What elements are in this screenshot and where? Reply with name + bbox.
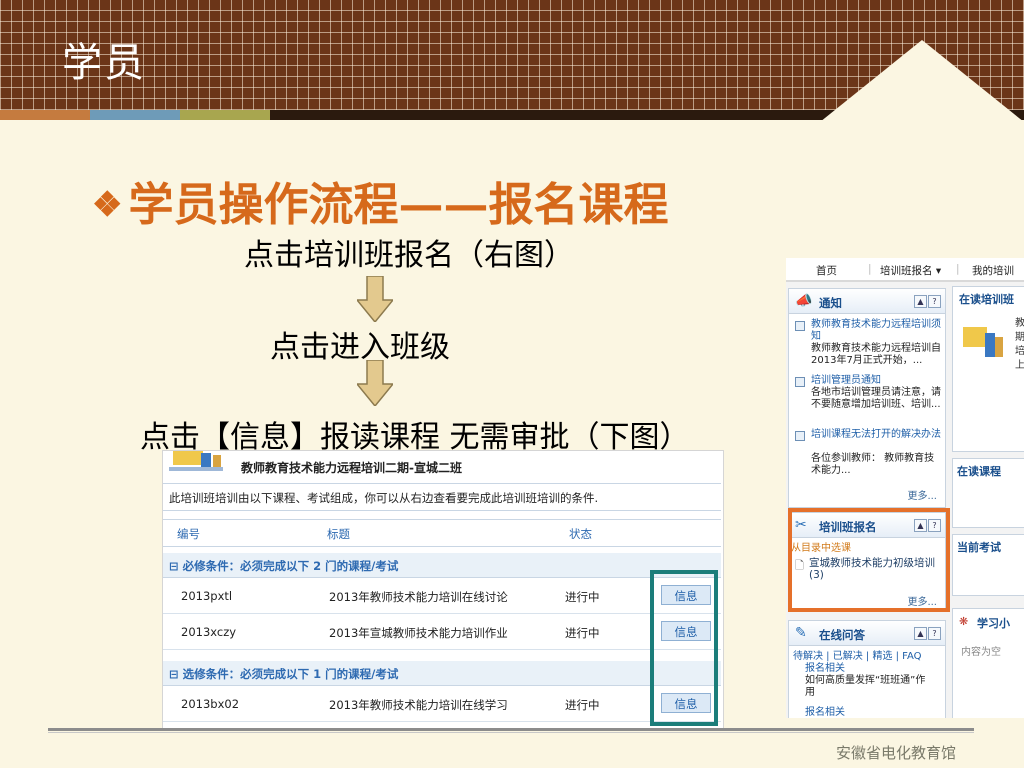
class-description-text: 此培训班培训由以下课程、考试组成，你可以从右边查看要完成此培训班培训的条件. <box>169 491 599 505</box>
course-status: 进行中 <box>565 590 600 604</box>
table-header: 编号 标题 状态 <box>163 519 721 547</box>
collapse-icon[interactable]: ▲ <box>914 295 927 308</box>
table-row: 2013pxtl 2013年教师技术能力培训在线讨论 进行中 信息 <box>163 579 721 614</box>
stripe-blue <box>90 110 180 120</box>
qa-panel-header: ✎ 在线问答 ▲? <box>789 621 945 646</box>
current-courses-panel: 在读课程 <box>952 458 1024 528</box>
course-title: 2013年教师技术能力培训在线讨论 <box>329 590 508 604</box>
course-code: 2013bx02 <box>181 697 240 711</box>
notice-item-body: 教师教育技术能力远程培训自2013年7月正式开始，... <box>811 343 941 366</box>
section-heading: ❖ 学员操作流程——报名课程 <box>92 168 669 233</box>
class-description: 此培训班培训由以下课程、考试组成，你可以从右边查看要完成此培训班培训的条件. <box>163 483 721 511</box>
help-icon[interactable]: ? <box>928 627 941 640</box>
footer-divider <box>48 728 974 731</box>
current-class-panel: 在读培训班 教 期 培 上 <box>952 286 1024 452</box>
roof-decoration <box>820 40 1024 122</box>
help-icon[interactable]: ? <box>928 295 941 308</box>
notice-item-body: 各位参训教师： 教师教育技术能力... <box>811 453 935 476</box>
notice-item-icon <box>795 377 805 387</box>
stripe-olive <box>180 110 270 120</box>
col-title: 标题 <box>327 527 350 541</box>
current-exam-panel: 当前考试 <box>952 534 1024 596</box>
nav-home[interactable]: 首页 <box>816 263 837 278</box>
class-page-screenshot: 教师教育技术能力远程培训二期-宣城二班 此培训班培训由以下课程、考试组成，你可以… <box>162 450 724 730</box>
down-arrow-icon <box>357 360 393 406</box>
course-status: 进行中 <box>565 698 600 712</box>
class-header: 教师教育技术能力远程培训二期-宣城二班 <box>163 451 723 481</box>
qa-item-title[interactable]: 报名相关 <box>805 707 935 718</box>
organization-name: 安徽省电化教育馆 <box>836 744 957 762</box>
current-class-title: 在读培训班 <box>959 293 1014 306</box>
course-title: 2013年宣城教师技术能力培训作业 <box>329 626 508 640</box>
info-buttons-highlight <box>650 570 718 726</box>
current-class-line: 期 <box>1015 332 1024 343</box>
required-group-label: ⊟ 必修条件：必须完成以下 2 门的课程/考试 <box>169 559 399 573</box>
notice-panel-header: 📣 通知 ▲? <box>789 289 945 314</box>
col-status: 状态 <box>569 527 592 541</box>
footer-divider-light <box>48 732 974 733</box>
course-code: 2013pxtl <box>181 589 233 603</box>
section-heading-text: 学员操作流程——报名课程 <box>128 178 669 231</box>
table-row: 2013bx02 2013年教师技术能力培训在线学习 进行中 信息 <box>163 687 721 722</box>
panel-buttons: ▲? <box>913 627 941 640</box>
table-row: 2013xczy 2013年宣城教师技术能力培训作业 进行中 信息 <box>163 615 721 650</box>
qa-panel: ✎ 在线问答 ▲? 待解决 | 已解决 | 精选 | FAQ 报名相关 如何高质… <box>788 620 946 718</box>
study-empty: 内容为空 <box>961 647 1001 658</box>
nav-my-training[interactable]: 我的培训 <box>972 263 1014 278</box>
required-group[interactable]: ⊟ 必修条件：必须完成以下 2 门的课程/考试 <box>163 553 721 578</box>
course-title: 2013年教师技术能力培训在线学习 <box>329 698 508 712</box>
class-illustration-icon <box>963 327 1003 357</box>
study-title: 学习小 <box>977 617 1010 630</box>
notice-panel: 📣 通知 ▲? 教师教育技术能力远程培训须知 教师教育技术能力远程培训自2013… <box>788 288 946 508</box>
col-code: 编号 <box>177 527 200 541</box>
megaphone-icon: 📣 <box>795 293 813 309</box>
class-title: 教师教育技术能力远程培训二期-宣城二班 <box>241 461 462 475</box>
current-class-text: 教 期 培 上 <box>1015 317 1024 373</box>
panel-buttons: ▲? <box>913 295 941 308</box>
notice-item-title[interactable]: 教师教育技术能力远程培训须知 <box>811 319 941 343</box>
nav-separator: | <box>956 263 960 275</box>
notice-item-body: 各地市培训管理员请注意，请不要随意增加培训班、培训... <box>811 387 941 410</box>
study-panel: ❋ 学习小 内容为空 <box>952 608 1024 718</box>
portal-nav: 首页 | 培训班报名 ▾ | 我的培训 <box>786 258 1024 282</box>
tab-current-exam[interactable]: 当前考试 <box>957 539 1001 555</box>
nav-separator: | <box>868 263 872 275</box>
collapse-icon[interactable]: ▲ <box>914 627 927 640</box>
notice-title: 通知 <box>819 296 842 310</box>
elective-group[interactable]: ⊟ 选修条件：必须完成以下 1 门的课程/考试 <box>163 661 721 686</box>
pen-icon: ✎ <box>795 625 807 641</box>
class-illustration-icon <box>169 451 223 471</box>
notice-item-title[interactable]: 培训课程无法打开的解决办法 <box>811 429 941 441</box>
qa-item-body: 如何高质量发挥“班班通”作用 <box>805 675 926 698</box>
diamond-bullet-icon: ❖ <box>92 185 123 225</box>
notice-item-icon <box>795 431 805 441</box>
signup-highlight <box>788 508 950 612</box>
course-code: 2013xczy <box>181 625 237 639</box>
stripe-orange <box>0 110 90 120</box>
portal-screenshot: 首页 | 培训班报名 ▾ | 我的培训 📣 通知 ▲? 教师教育技术能力远程培训… <box>786 258 1024 718</box>
step-1: 点击培训班报名（右图） <box>244 238 574 273</box>
group-icon: ❋ <box>959 615 969 628</box>
current-class-line: 上 <box>1015 360 1024 371</box>
slide-title: 学员 <box>62 40 146 86</box>
elective-group-label: ⊟ 选修条件：必须完成以下 1 门的课程/考试 <box>169 667 399 681</box>
current-class-line: 培 <box>1015 346 1024 357</box>
down-arrow-icon <box>357 276 393 322</box>
qa-item-title[interactable]: 报名相关 <box>805 663 935 675</box>
tab-current-courses[interactable]: 在读课程 <box>957 463 1001 479</box>
course-status: 进行中 <box>565 626 600 640</box>
notice-more-link[interactable]: 更多... <box>907 487 937 502</box>
qa-title: 在线问答 <box>819 628 865 642</box>
nav-signup[interactable]: 培训班报名 ▾ <box>880 263 941 278</box>
notice-item-title[interactable]: 培训管理员通知 <box>811 375 941 387</box>
current-class-line: 教 <box>1015 318 1024 329</box>
notice-item-icon <box>795 321 805 331</box>
qa-tabs[interactable]: 待解决 | 已解决 | 精选 | FAQ <box>793 647 922 662</box>
